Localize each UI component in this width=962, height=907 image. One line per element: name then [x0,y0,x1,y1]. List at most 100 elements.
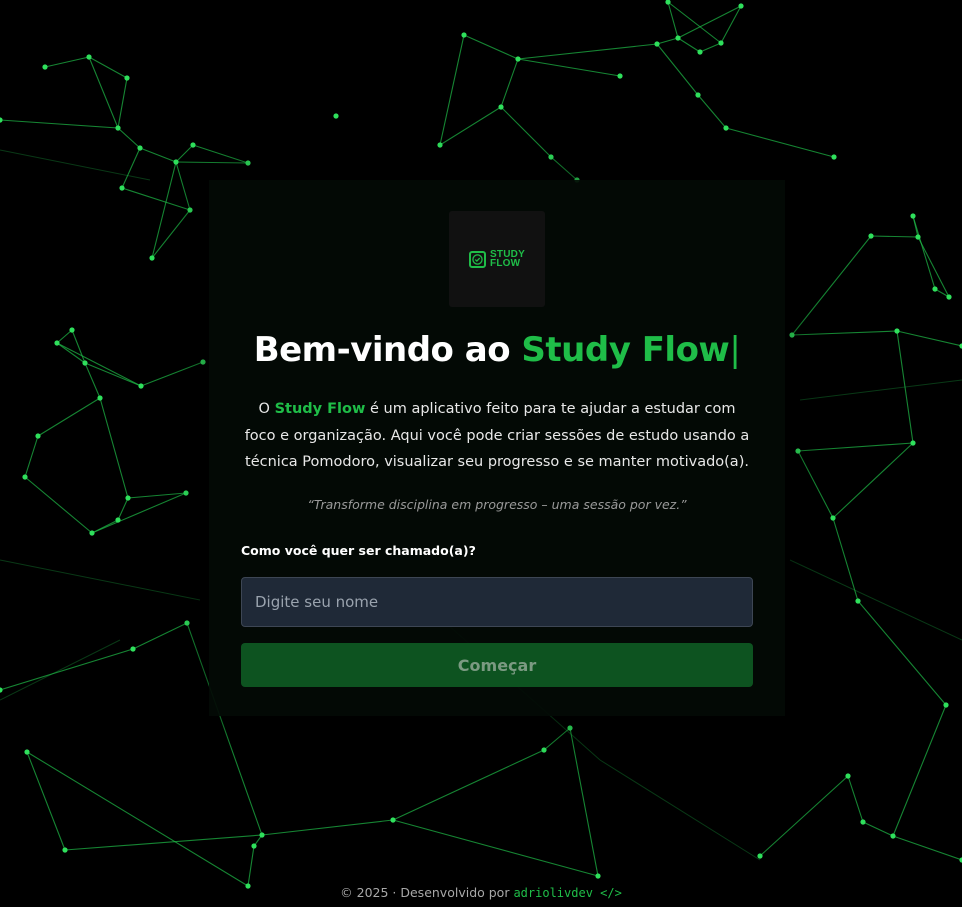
network-node [119,185,125,191]
network-node [333,113,339,119]
network-node [910,440,916,446]
network-node [738,3,744,9]
network-link [500,106,552,158]
network-node [183,490,189,496]
network-link [24,476,93,534]
network-link [121,147,141,189]
network-link [121,187,191,211]
page-title: Bem-vindo ao Study Flow| [209,330,785,370]
network-node [35,433,41,439]
network-node [845,773,851,779]
network-link [132,622,188,650]
network-node [187,207,193,213]
network-link [117,497,129,521]
network-node [86,54,92,60]
network-link [175,161,249,164]
network-link [656,43,699,96]
network-link [862,821,894,837]
network-node [184,620,190,626]
network-node [115,125,121,131]
network-link [0,119,119,129]
network-node [137,145,143,151]
network-node [548,154,554,160]
description-brand: Study Flow [274,401,366,417]
network-link [799,379,962,401]
network-node [890,833,896,839]
network-node [943,702,949,708]
name-field-label: Como você quer ser chamado(a)? [241,543,476,558]
network-node [130,646,136,652]
network-link [117,77,128,129]
logo-wordmark: STUDY FLOW [490,249,525,269]
network-link [912,215,936,290]
network-link [870,235,919,238]
network-link [26,751,66,851]
network-link [667,1,679,39]
network-link [247,845,255,887]
network-link [0,639,121,701]
network-link [261,819,394,836]
network-link [0,559,201,601]
network-node [723,125,729,131]
network-node [675,35,681,41]
network-link [88,56,128,79]
start-button[interactable]: Começar [241,643,753,687]
network-node [860,819,866,825]
network-node [718,40,724,46]
network-link [439,34,465,146]
network-link [797,442,914,452]
network-node [200,359,206,365]
network-node [595,873,601,879]
name-input[interactable] [241,577,753,627]
network-node [42,64,48,70]
network-link [517,58,621,77]
network-node [62,847,68,853]
network-link [697,94,727,129]
network-link [26,751,249,887]
network-link [44,56,90,68]
network-node [22,474,28,480]
network-link [677,5,742,39]
network-link [543,727,571,751]
title-prefix: Bem-vindo ao [253,330,522,370]
network-node [932,286,938,292]
network-node [617,73,623,79]
network-link [91,519,119,534]
network-link [791,235,872,336]
network-link [599,759,761,861]
network-link [847,775,864,823]
network-node [149,255,155,261]
network-node [831,154,837,160]
footer-text: © 2025 · Desenvolvido por [340,885,514,900]
footer: © 2025 · Desenvolvido por adriolivdev </… [0,885,962,900]
network-node [894,328,900,334]
network-node [515,56,521,62]
network-link [139,147,177,163]
network-node [390,817,396,823]
network-link [832,442,914,519]
network-node [654,41,660,47]
network-node [115,517,121,523]
network-node [97,395,103,401]
app-description: O Study Flow é um aplicativo feito para … [244,401,750,470]
app-logo: STUDY FLOW [449,211,545,307]
network-node [695,92,701,98]
network-node [173,159,179,165]
developer-link[interactable]: adriolivdev </> [513,886,621,900]
network-link [24,435,39,478]
network-node [795,448,801,454]
network-link [896,330,962,347]
network-link [0,648,134,691]
network-link [656,37,679,45]
network-link [175,161,191,211]
network-link [56,329,73,344]
network-link [117,127,141,149]
network-link [463,34,519,60]
network-node [697,49,703,55]
network-link [175,144,194,163]
network-node [82,360,88,366]
network-link [37,397,101,437]
network-link [439,106,502,146]
network-node [251,843,257,849]
network-node [69,327,75,333]
